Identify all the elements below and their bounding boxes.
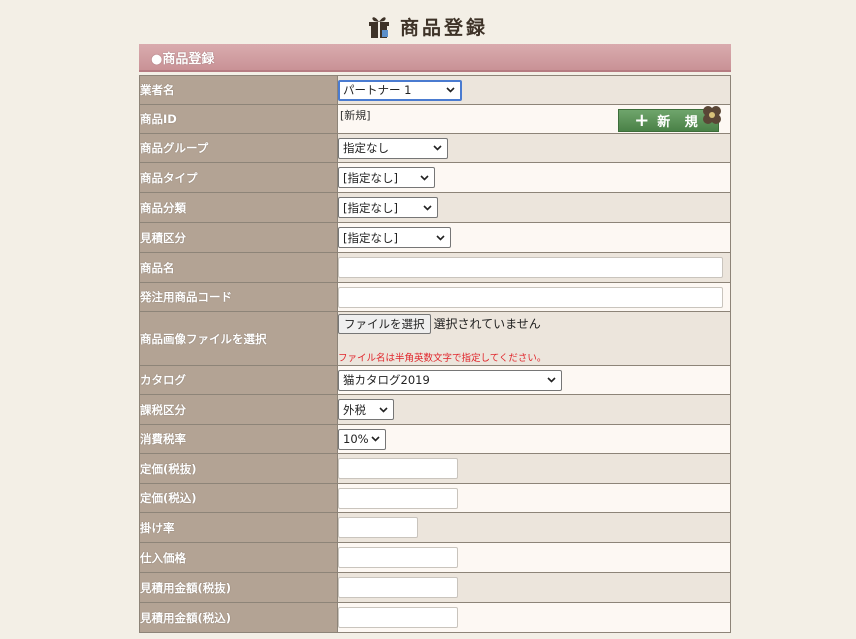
order-code-input[interactable] <box>338 286 723 308</box>
purchase-price-label: 仕入価格 <box>139 542 338 573</box>
category-select[interactable]: [指定なし] <box>338 197 438 218</box>
form-row-type: 商品タイプ [指定なし] <box>139 162 731 193</box>
catalog-label: カタログ <box>139 365 338 395</box>
catalog-select[interactable]: 猫カタログ2019 <box>338 369 562 391</box>
flower-icon <box>703 106 721 124</box>
list-price-ex-label: 定価(税抜) <box>139 453 338 484</box>
page-title: 商品登録 <box>399 16 488 39</box>
catalog-select-value: 猫カタログ2019 <box>343 373 430 387</box>
new-button-label: 新 規 <box>657 115 703 130</box>
file-status: 選択されていません <box>433 317 541 331</box>
vendor-select[interactable]: パートナー 1 <box>338 79 462 101</box>
chevron-down-icon <box>423 204 432 211</box>
estimate-price-in-input[interactable] <box>338 607 458 628</box>
form-row-product-id: 商品ID [新規] + 新 規 <box>139 104 731 134</box>
form-row-name: 商品名 <box>139 252 731 283</box>
name-label: 商品名 <box>139 252 338 283</box>
category-label: 商品分類 <box>139 192 338 223</box>
form-row-estimate-class: 見積区分 [指定なし] <box>139 222 731 253</box>
file-select-button[interactable]: ファイルを選択 <box>338 314 431 334</box>
estimate-class-select-value: [指定なし] <box>343 230 398 245</box>
product-form: 業者名 パートナー 1 商品ID [新規] + 新 規 商品グループ 指定なし … <box>139 75 731 633</box>
image-file-label: 商品画像ファイルを選択 <box>139 311 338 366</box>
tax-class-select[interactable]: 外税 <box>338 399 394 420</box>
tax-class-label: 課税区分 <box>139 394 338 425</box>
form-row-group: 商品グループ 指定なし <box>139 133 731 163</box>
purchase-price-input[interactable] <box>338 547 458 568</box>
group-label: 商品グループ <box>139 133 338 163</box>
form-row-purchase-price: 仕入価格 <box>139 542 731 573</box>
form-row-vendor: 業者名 パートナー 1 <box>139 75 731 105</box>
form-row-category: 商品分類 [指定なし] <box>139 192 731 223</box>
tax-class-select-value: 外税 <box>343 402 366 417</box>
form-row-list-price-in: 定価(税込) <box>139 483 731 513</box>
order-code-label: 発注用商品コード <box>139 282 338 312</box>
gift-icon <box>368 17 389 38</box>
section-header: ●商品登録 <box>139 44 731 72</box>
group-select-value: 指定なし <box>343 141 389 155</box>
form-row-estimate-price-ex: 見積用金額(税抜) <box>139 572 731 603</box>
product-name-input[interactable] <box>338 257 723 278</box>
chevron-down-icon <box>433 145 442 151</box>
chevron-down-icon <box>547 377 556 383</box>
rate-input[interactable] <box>338 517 418 538</box>
chevron-down-icon <box>436 234 445 241</box>
section-title: ●商品登録 <box>151 51 215 67</box>
form-row-list-price-ex: 定価(税抜) <box>139 453 731 484</box>
category-select-value: [指定なし] <box>343 200 398 215</box>
type-select[interactable]: [指定なし] <box>338 167 435 188</box>
estimate-price-in-label: 見積用金額(税込) <box>139 602 338 633</box>
form-row-tax-rate: 消費税率 10% <box>139 424 731 454</box>
list-price-in-label: 定価(税込) <box>139 483 338 513</box>
form-row-image-file: 商品画像ファイルを選択 ファイルを選択 選択されていません ファイル名は半角英数文… <box>139 311 731 366</box>
filename-warning: ファイル名は半角英数文字で指定してください。 <box>338 353 547 364</box>
tax-rate-select[interactable]: 10% <box>338 428 386 450</box>
rate-label: 掛け率 <box>139 512 338 543</box>
group-select[interactable]: 指定なし <box>338 137 448 159</box>
vendor-label: 業者名 <box>139 75 338 105</box>
chevron-down-icon <box>420 174 429 181</box>
chevron-down-icon <box>371 436 380 442</box>
form-row-order-code: 発注用商品コード <box>139 282 731 312</box>
vendor-select-value: パートナー 1 <box>343 83 412 97</box>
page-title-bar: 商品登録 <box>0 10 856 42</box>
list-price-ex-input[interactable] <box>338 458 458 479</box>
plus-icon: + <box>634 110 650 131</box>
list-price-in-input[interactable] <box>338 487 458 509</box>
chevron-down-icon <box>446 87 455 93</box>
type-select-value: [指定なし] <box>343 170 398 185</box>
product-id-value: [新規] <box>340 109 371 122</box>
form-row-estimate-price-in: 見積用金額(税込) <box>139 602 731 633</box>
chevron-down-icon <box>379 406 388 413</box>
estimate-price-ex-input[interactable] <box>338 577 458 598</box>
tax-rate-select-value: 10% <box>343 432 369 446</box>
form-row-rate: 掛け率 <box>139 512 731 543</box>
estimate-price-ex-label: 見積用金額(税抜) <box>139 572 338 603</box>
form-row-catalog: カタログ 猫カタログ2019 <box>139 365 731 395</box>
product-id-label: 商品ID <box>139 104 338 134</box>
estimate-class-select[interactable]: [指定なし] <box>338 227 451 248</box>
estimate-class-label: 見積区分 <box>139 222 338 253</box>
type-label: 商品タイプ <box>139 162 338 193</box>
tax-rate-label: 消費税率 <box>139 424 338 454</box>
form-row-tax-class: 課税区分 外税 <box>139 394 731 425</box>
